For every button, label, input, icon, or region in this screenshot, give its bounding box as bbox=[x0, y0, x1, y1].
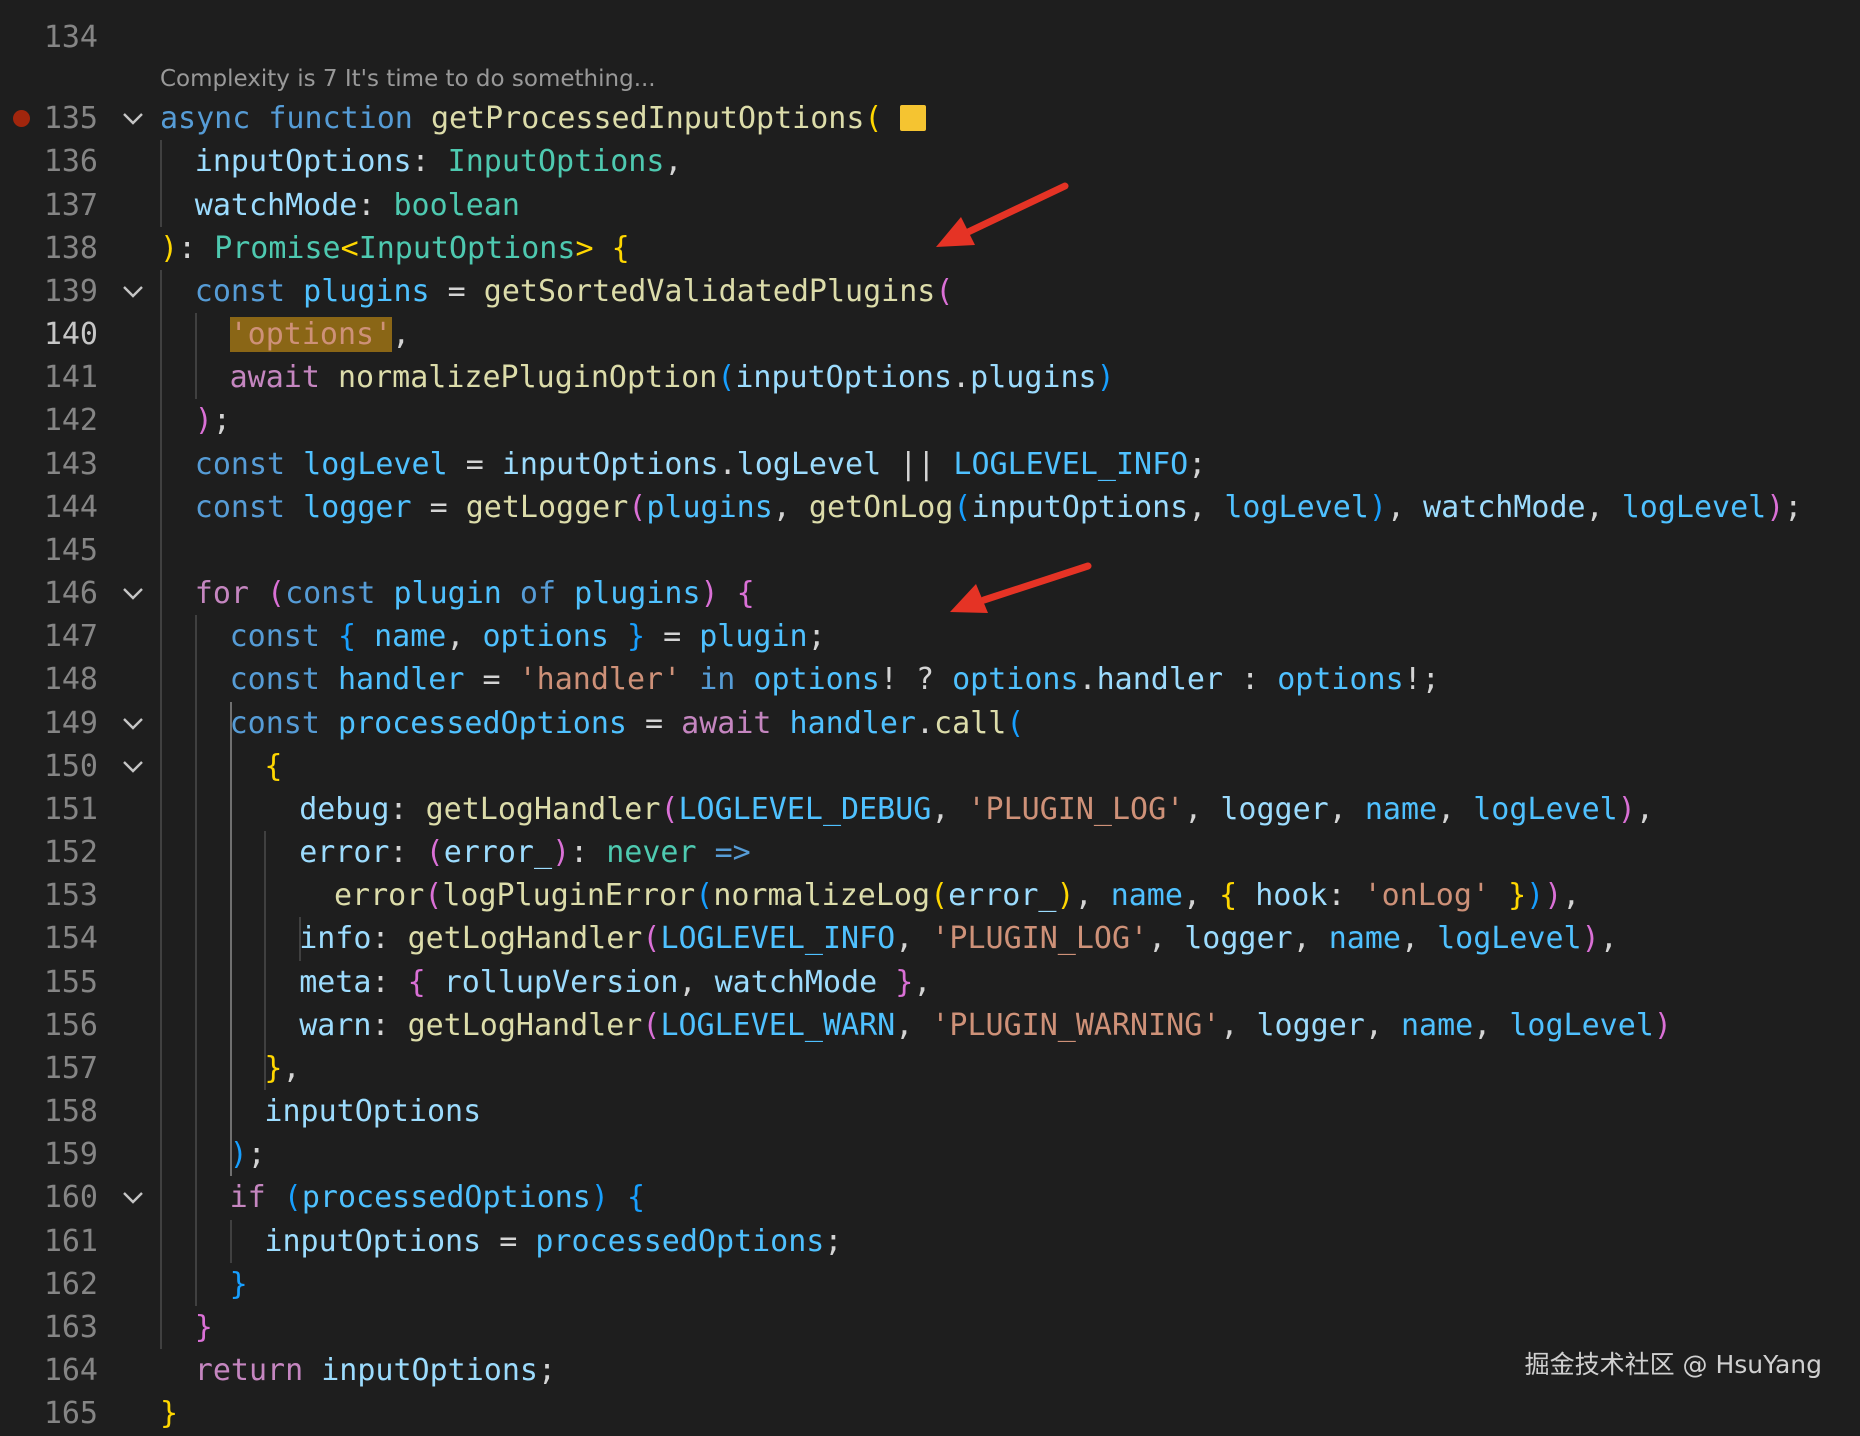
code-editor[interactable]: Complexity is 7 It's time to do somethin… bbox=[0, 0, 1860, 1436]
annotation-arrows bbox=[936, 182, 1092, 613]
watermark: 掘金技术社区 @ HsuYang bbox=[1524, 1350, 1822, 1379]
red-arrow-1 bbox=[936, 182, 1069, 247]
red-arrow-2 bbox=[950, 562, 1092, 613]
